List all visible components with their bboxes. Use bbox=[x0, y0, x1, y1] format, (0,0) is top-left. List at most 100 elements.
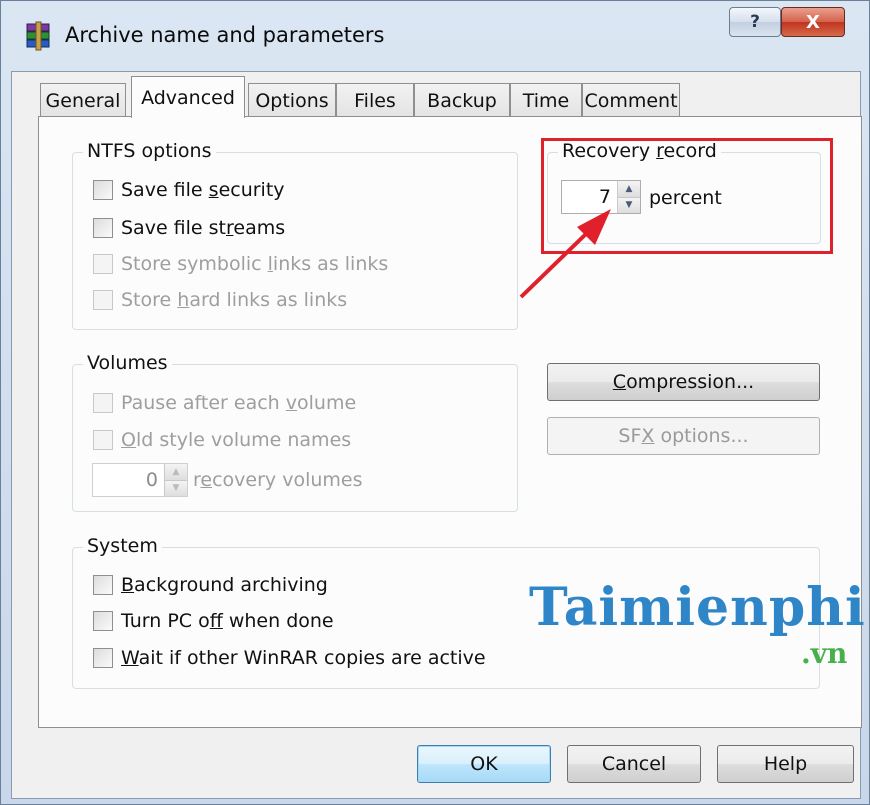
question-icon: ? bbox=[750, 12, 760, 32]
checkbox-box[interactable] bbox=[93, 218, 113, 238]
watermark-domain: .vn bbox=[801, 637, 848, 670]
sfx-options-button[interactable]: SFX options... bbox=[547, 417, 820, 455]
cancel-button[interactable]: Cancel bbox=[567, 745, 701, 783]
spin-up-icon[interactable]: ▲ bbox=[165, 464, 187, 481]
winrar-icon bbox=[26, 21, 50, 51]
label-part: options... bbox=[654, 425, 749, 447]
checkbox-box[interactable] bbox=[93, 180, 113, 200]
volumes-group-title: Volumes bbox=[83, 352, 172, 374]
label-part: ompression... bbox=[626, 371, 755, 393]
button-label: SFX options... bbox=[618, 425, 748, 447]
button-label: Cancel bbox=[601, 753, 667, 775]
tab-backup[interactable]: Backup bbox=[414, 83, 510, 117]
label-accesskey: h bbox=[177, 289, 190, 311]
tab-advanced[interactable]: Advanced bbox=[131, 76, 245, 118]
save-file-streams-checkbox[interactable]: Save file streams bbox=[93, 217, 285, 239]
label-accesskey: s bbox=[208, 179, 219, 201]
tab-files[interactable]: Files bbox=[336, 83, 414, 117]
label-part: Save file bbox=[121, 179, 209, 201]
checkbox-box[interactable] bbox=[93, 393, 113, 413]
old-style-volume-names-checkbox[interactable]: Old style volume names bbox=[93, 429, 351, 451]
close-icon: X bbox=[806, 11, 820, 33]
tab-label: Options bbox=[255, 89, 329, 112]
spin-down-icon[interactable]: ▼ bbox=[165, 480, 187, 496]
button-label: OK bbox=[470, 753, 498, 775]
label-accesskey: W bbox=[121, 647, 139, 669]
checkbox-label: Save file security bbox=[121, 179, 285, 201]
background-archiving-checkbox[interactable]: Background archiving bbox=[93, 574, 328, 596]
tab-label: General bbox=[45, 89, 121, 112]
checkbox-box[interactable] bbox=[93, 290, 113, 310]
checkbox-label: Background archiving bbox=[121, 574, 328, 596]
label-accesskey: B bbox=[121, 574, 135, 596]
label-accesskey: O bbox=[121, 429, 136, 451]
button-label: Compression... bbox=[613, 371, 754, 393]
close-button[interactable]: X bbox=[781, 7, 845, 37]
label-part: ackground archiving bbox=[134, 574, 328, 596]
tab-comment[interactable]: Comment bbox=[582, 83, 680, 117]
label-accesskey: v bbox=[285, 392, 298, 414]
label-part: f when done bbox=[222, 610, 334, 632]
label-part: Store bbox=[121, 289, 178, 311]
compression-button[interactable]: Compression... bbox=[547, 363, 820, 401]
checkbox-label: Turn PC off when done bbox=[121, 610, 334, 632]
label-part: Save file st bbox=[121, 217, 227, 239]
help-title-button[interactable]: ? bbox=[729, 7, 781, 37]
label-part: ecurity bbox=[218, 179, 285, 201]
label-part: Pause after each bbox=[121, 392, 286, 414]
checkbox-box[interactable] bbox=[93, 611, 113, 631]
recovery-volumes-value[interactable]: 0 bbox=[93, 464, 164, 496]
checkbox-box[interactable] bbox=[93, 575, 113, 595]
store-symbolic-links-checkbox[interactable]: Store symbolic links as links bbox=[93, 253, 388, 275]
tab-label: Comment bbox=[584, 89, 678, 112]
tab-label: Time bbox=[522, 89, 570, 112]
window-title: Archive name and parameters bbox=[65, 23, 385, 47]
pause-after-volume-checkbox[interactable]: Pause after each volume bbox=[93, 392, 356, 414]
button-label: Help bbox=[763, 753, 808, 775]
label-part: Store symbolic bbox=[121, 253, 268, 275]
label-part: Turn PC o bbox=[121, 610, 210, 632]
label-part: eams bbox=[233, 217, 286, 239]
red-arrow-annotation bbox=[519, 209, 611, 299]
system-group-title: System bbox=[83, 535, 162, 557]
checkbox-box[interactable] bbox=[93, 254, 113, 274]
store-hard-links-checkbox[interactable]: Store hard links as links bbox=[93, 289, 347, 311]
label-part: covery volumes bbox=[212, 469, 363, 491]
tab-label: Advanced bbox=[141, 86, 235, 109]
ntfs-group-title: NTFS options bbox=[83, 140, 216, 162]
watermark-brand: Taimienphi bbox=[529, 577, 866, 638]
tab-label: Backup bbox=[427, 89, 497, 112]
save-file-security-checkbox[interactable]: Save file security bbox=[93, 179, 285, 201]
label-part: olume bbox=[297, 392, 357, 414]
label-part: ld style volume names bbox=[135, 429, 352, 451]
label-accesskey: X bbox=[641, 425, 655, 447]
label-part: ait if other WinRAR copies are active bbox=[138, 647, 486, 669]
checkbox-label: Store symbolic links as links bbox=[121, 253, 388, 275]
label-accesskey: f bbox=[209, 610, 223, 632]
label-part: ard links as links bbox=[189, 289, 348, 311]
help-button[interactable]: Help bbox=[717, 745, 854, 783]
title-bar[interactable]: Archive name and parameters ? X bbox=[1, 1, 870, 71]
checkbox-box[interactable] bbox=[93, 648, 113, 668]
archive-dialog: Archive name and parameters ? X General … bbox=[0, 0, 870, 805]
checkbox-label: Store hard links as links bbox=[121, 289, 347, 311]
turn-pc-off-checkbox[interactable]: Turn PC off when done bbox=[93, 610, 334, 632]
label-accesskey: C bbox=[612, 371, 627, 393]
checkbox-box[interactable] bbox=[93, 430, 113, 450]
recovery-volumes-spinner[interactable]: 0 ▲ ▼ bbox=[92, 463, 188, 497]
recovery-volumes-label: recovery volumes bbox=[193, 469, 363, 491]
spinner-buttons[interactable]: ▲ ▼ bbox=[164, 464, 187, 496]
label-part: inks as links bbox=[272, 253, 389, 275]
ok-button[interactable]: OK bbox=[417, 745, 551, 783]
tab-time[interactable]: Time bbox=[510, 83, 582, 117]
checkbox-label: Wait if other WinRAR copies are active bbox=[121, 647, 486, 669]
tab-general[interactable]: General bbox=[40, 83, 126, 117]
tab-options[interactable]: Options bbox=[248, 83, 336, 117]
label-accesskey: e bbox=[200, 469, 213, 491]
checkbox-label: Save file streams bbox=[121, 217, 285, 239]
checkbox-label: Old style volume names bbox=[121, 429, 351, 451]
wait-other-copies-checkbox[interactable]: Wait if other WinRAR copies are active bbox=[93, 647, 486, 669]
checkbox-label: Pause after each volume bbox=[121, 392, 356, 414]
tab-label: Files bbox=[354, 89, 396, 112]
label-part: SF bbox=[618, 425, 642, 447]
